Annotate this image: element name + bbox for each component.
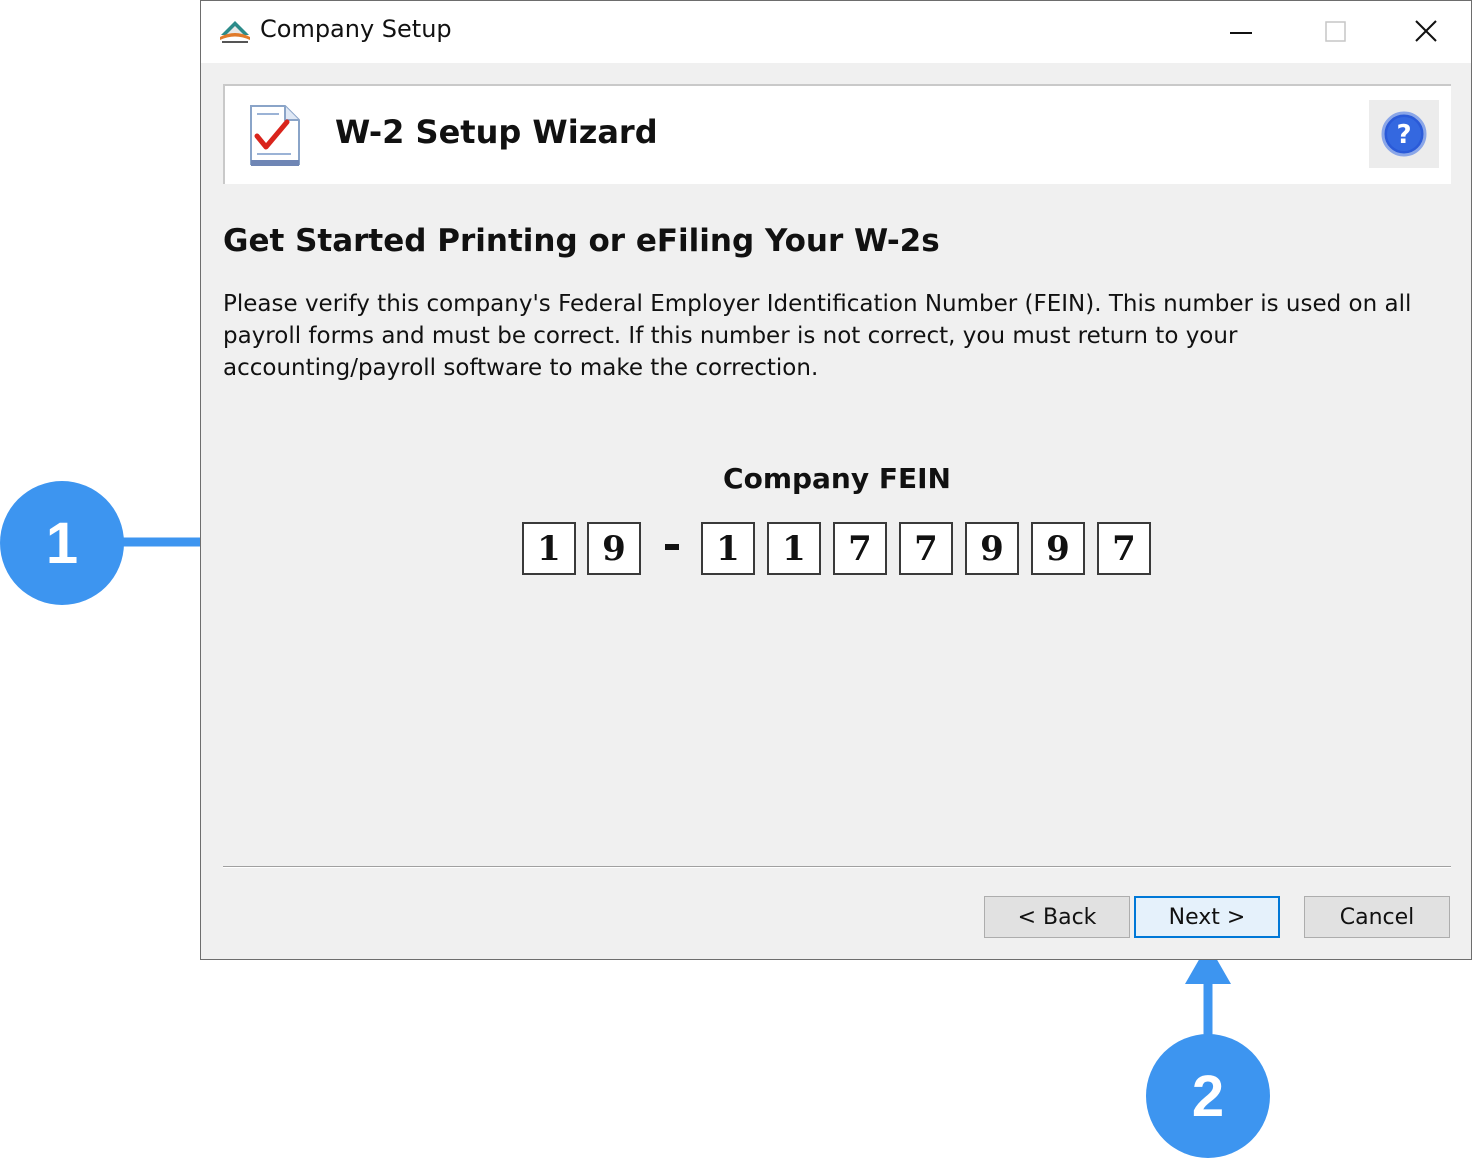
close-icon	[1415, 20, 1437, 42]
close-button[interactable]	[1381, 1, 1473, 63]
app-logo-icon	[220, 21, 250, 43]
fein-digit-4[interactable]: 1	[767, 522, 821, 575]
wizard-header: W-2 Setup Wizard ?	[223, 84, 1451, 184]
window-title: Company Setup	[260, 15, 452, 43]
fein-separator	[665, 544, 679, 550]
help-icon: ?	[1381, 111, 1427, 157]
title-bar[interactable]: Company Setup	[201, 1, 1471, 63]
company-setup-window: Company Setup W-2 Setup Wizard ? Get Sta…	[200, 0, 1472, 960]
fein-digit-9[interactable]: 7	[1097, 522, 1151, 575]
footer-divider	[223, 866, 1451, 868]
fein-digit-3[interactable]: 1	[701, 522, 755, 575]
fein-digit-6[interactable]: 7	[899, 522, 953, 575]
next-button[interactable]: Next >	[1134, 896, 1280, 938]
fein-digit-2[interactable]: 9	[587, 522, 641, 575]
callout-badge-2: 2	[1146, 1034, 1270, 1158]
back-button[interactable]: < Back	[984, 896, 1130, 938]
cancel-button[interactable]: Cancel	[1304, 896, 1450, 938]
fein-label: Company FEIN	[723, 462, 951, 495]
page-heading: Get Started Printing or eFiling Your W-2…	[223, 223, 940, 259]
maximize-icon	[1325, 21, 1346, 42]
document-checkmark-icon	[250, 105, 300, 166]
maximize-button[interactable]	[1289, 1, 1381, 63]
instruction-text: Please verify this company's Federal Emp…	[223, 291, 1412, 381]
fein-digit-8[interactable]: 9	[1031, 522, 1085, 575]
minimize-button[interactable]	[1197, 1, 1289, 63]
wizard-title: W-2 Setup Wizard	[335, 113, 658, 151]
minimize-icon	[1230, 32, 1252, 34]
fein-digit-5[interactable]: 7	[833, 522, 887, 575]
fein-digit-7[interactable]: 9	[965, 522, 1019, 575]
fein-digit-1[interactable]: 1	[522, 522, 576, 575]
callout-badge-1: 1	[0, 481, 124, 605]
svg-text:?: ?	[1396, 120, 1411, 150]
help-button[interactable]: ?	[1369, 100, 1439, 168]
